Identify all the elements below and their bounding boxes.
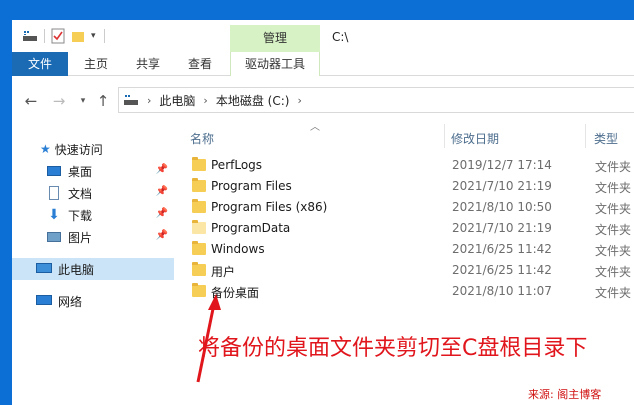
sidebar-item-label: 快速访问 <box>54 142 103 157</box>
pin-icon[interactable]: 📌 <box>156 186 168 197</box>
sidebar-item-network[interactable]: 网络 <box>12 290 174 312</box>
drive-icon <box>23 31 37 41</box>
tab-share[interactable]: 共享 <box>126 52 170 76</box>
file-type: 文件夹 <box>595 244 632 258</box>
file-date: 2021/8/10 11:07 <box>452 284 552 298</box>
navigation-pane: ★ 快速访问 桌面 📌 文档 📌 ⬇ 下载 📌 图片 📌 此电脑 网络 <box>12 124 174 405</box>
sidebar-item-label: 图片 <box>68 230 93 245</box>
file-date: 2021/6/25 11:42 <box>452 263 552 277</box>
annotation-text: 将备份的桌面文件夹剪切至C盘根目录下 <box>198 336 588 361</box>
tab-view[interactable]: 查看 <box>178 52 222 76</box>
file-date: 2021/8/10 10:50 <box>452 200 552 214</box>
network-icon <box>36 294 52 308</box>
star-icon: ★ <box>40 142 51 156</box>
file-list: ︿ 名称 修改日期 类型 PerfLogs 2019/12/7 17:14 文件… <box>174 122 634 405</box>
column-headers: ︿ 名称 修改日期 类型 <box>174 122 634 148</box>
back-arrow-icon[interactable]: ← <box>22 92 40 110</box>
folder-icon <box>192 262 206 276</box>
sidebar-item-pictures[interactable]: 图片 📌 <box>12 226 174 248</box>
column-header-name[interactable]: 名称 <box>190 130 214 147</box>
file-name: Program Files <box>211 179 292 193</box>
sidebar-item-label: 文档 <box>68 186 93 201</box>
title-bar: ▾ 管理 C:\ <box>12 20 634 52</box>
file-name: Program Files (x86) <box>211 200 328 214</box>
chevron-right-icon[interactable]: › <box>147 94 151 107</box>
chevron-right-icon[interactable]: › <box>203 94 207 107</box>
desktop-icon <box>46 164 62 178</box>
file-row[interactable]: 用户 2021/6/25 11:42 文件夹 <box>174 260 634 281</box>
sidebar-item-documents[interactable]: 文档 📌 <box>12 182 174 204</box>
file-name: ProgramData <box>211 221 291 235</box>
file-row[interactable]: Windows 2021/6/25 11:42 文件夹 <box>174 239 634 260</box>
file-row[interactable]: Program Files 2021/7/10 21:19 文件夹 <box>174 176 634 197</box>
sort-ascending-icon: ︿ <box>310 122 320 133</box>
folder-icon <box>192 157 206 171</box>
tab-file[interactable]: 文件 <box>12 52 68 76</box>
pin-icon[interactable]: 📌 <box>156 230 168 241</box>
new-folder-icon[interactable] <box>71 29 85 43</box>
sidebar-item-quick-access[interactable]: ★ 快速访问 <box>12 138 174 160</box>
file-type: 文件夹 <box>595 181 632 195</box>
chevron-right-icon[interactable]: › <box>297 94 301 107</box>
address-bar[interactable]: › 此电脑 › 本地磁盘 (C:) › <box>118 87 634 113</box>
breadcrumb-this-pc[interactable]: 此电脑 <box>159 92 195 109</box>
file-name: Windows <box>211 242 265 256</box>
quick-access-toolbar: ▾ <box>22 28 105 44</box>
sidebar-item-label: 网络 <box>58 294 83 309</box>
folder-icon <box>192 199 206 213</box>
column-divider[interactable] <box>585 124 586 148</box>
pictures-icon <box>46 230 62 244</box>
folder-icon <box>192 241 206 255</box>
navigation-bar: ← → ▾ ↑ › 此电脑 › 本地磁盘 (C:) › <box>12 76 634 124</box>
sidebar-item-downloads[interactable]: ⬇ 下载 📌 <box>12 204 174 226</box>
documents-icon <box>46 186 62 200</box>
file-type: 文件夹 <box>595 202 632 216</box>
properties-icon[interactable] <box>51 28 65 44</box>
download-arrow-icon: ⬇ <box>48 207 60 223</box>
file-type: 文件夹 <box>595 286 632 300</box>
column-header-date[interactable]: 修改日期 <box>451 130 499 147</box>
ribbon-tabs: 文件 主页 共享 查看 驱动器工具 <box>12 52 634 76</box>
sidebar-item-label: 下载 <box>68 208 93 223</box>
sidebar-item-label: 桌面 <box>68 164 93 179</box>
breadcrumb-local-disk[interactable]: 本地磁盘 (C:) <box>216 92 290 109</box>
pin-icon[interactable]: 📌 <box>156 164 168 175</box>
customize-qa-icon[interactable]: ▾ <box>91 31 96 41</box>
computer-icon <box>36 262 52 276</box>
window-title: C:\ <box>332 30 349 44</box>
file-row[interactable]: ProgramData 2021/7/10 21:19 文件夹 <box>174 218 634 239</box>
file-type: 文件夹 <box>595 265 632 279</box>
file-name: PerfLogs <box>211 158 263 172</box>
folder-icon <box>192 220 206 234</box>
up-arrow-icon[interactable]: ↑ <box>94 92 112 110</box>
column-header-type[interactable]: 类型 <box>594 130 618 147</box>
drive-icon <box>124 95 138 105</box>
forward-arrow-icon[interactable]: → <box>50 92 68 110</box>
file-date: 2021/6/25 11:42 <box>452 242 552 256</box>
file-row[interactable]: Program Files (x86) 2021/8/10 10:50 文件夹 <box>174 197 634 218</box>
file-date: 2021/7/10 21:19 <box>452 179 552 193</box>
recent-locations-icon[interactable]: ▾ <box>74 92 92 110</box>
tab-home[interactable]: 主页 <box>74 52 118 76</box>
file-type: 文件夹 <box>595 223 632 237</box>
file-row[interactable]: PerfLogs 2019/12/7 17:14 文件夹 <box>174 155 634 176</box>
sidebar-item-desktop[interactable]: 桌面 📌 <box>12 160 174 182</box>
folder-icon <box>192 178 206 192</box>
tab-manage[interactable]: 管理 <box>230 25 320 52</box>
column-divider[interactable] <box>444 124 445 148</box>
file-date: 2021/7/10 21:19 <box>452 221 552 235</box>
file-name: 用户 <box>211 265 236 279</box>
tab-drive-tools[interactable]: 驱动器工具 <box>230 52 320 76</box>
sidebar-item-this-pc[interactable]: 此电脑 <box>12 258 174 280</box>
pin-icon[interactable]: 📌 <box>156 208 168 219</box>
sidebar-item-label: 此电脑 <box>58 262 95 277</box>
file-date: 2019/12/7 17:14 <box>452 158 552 172</box>
file-type: 文件夹 <box>595 160 632 174</box>
file-row[interactable]: 备份桌面 2021/8/10 11:07 文件夹 <box>174 281 634 302</box>
source-watermark: 来源: 阁主博客 <box>528 388 602 401</box>
